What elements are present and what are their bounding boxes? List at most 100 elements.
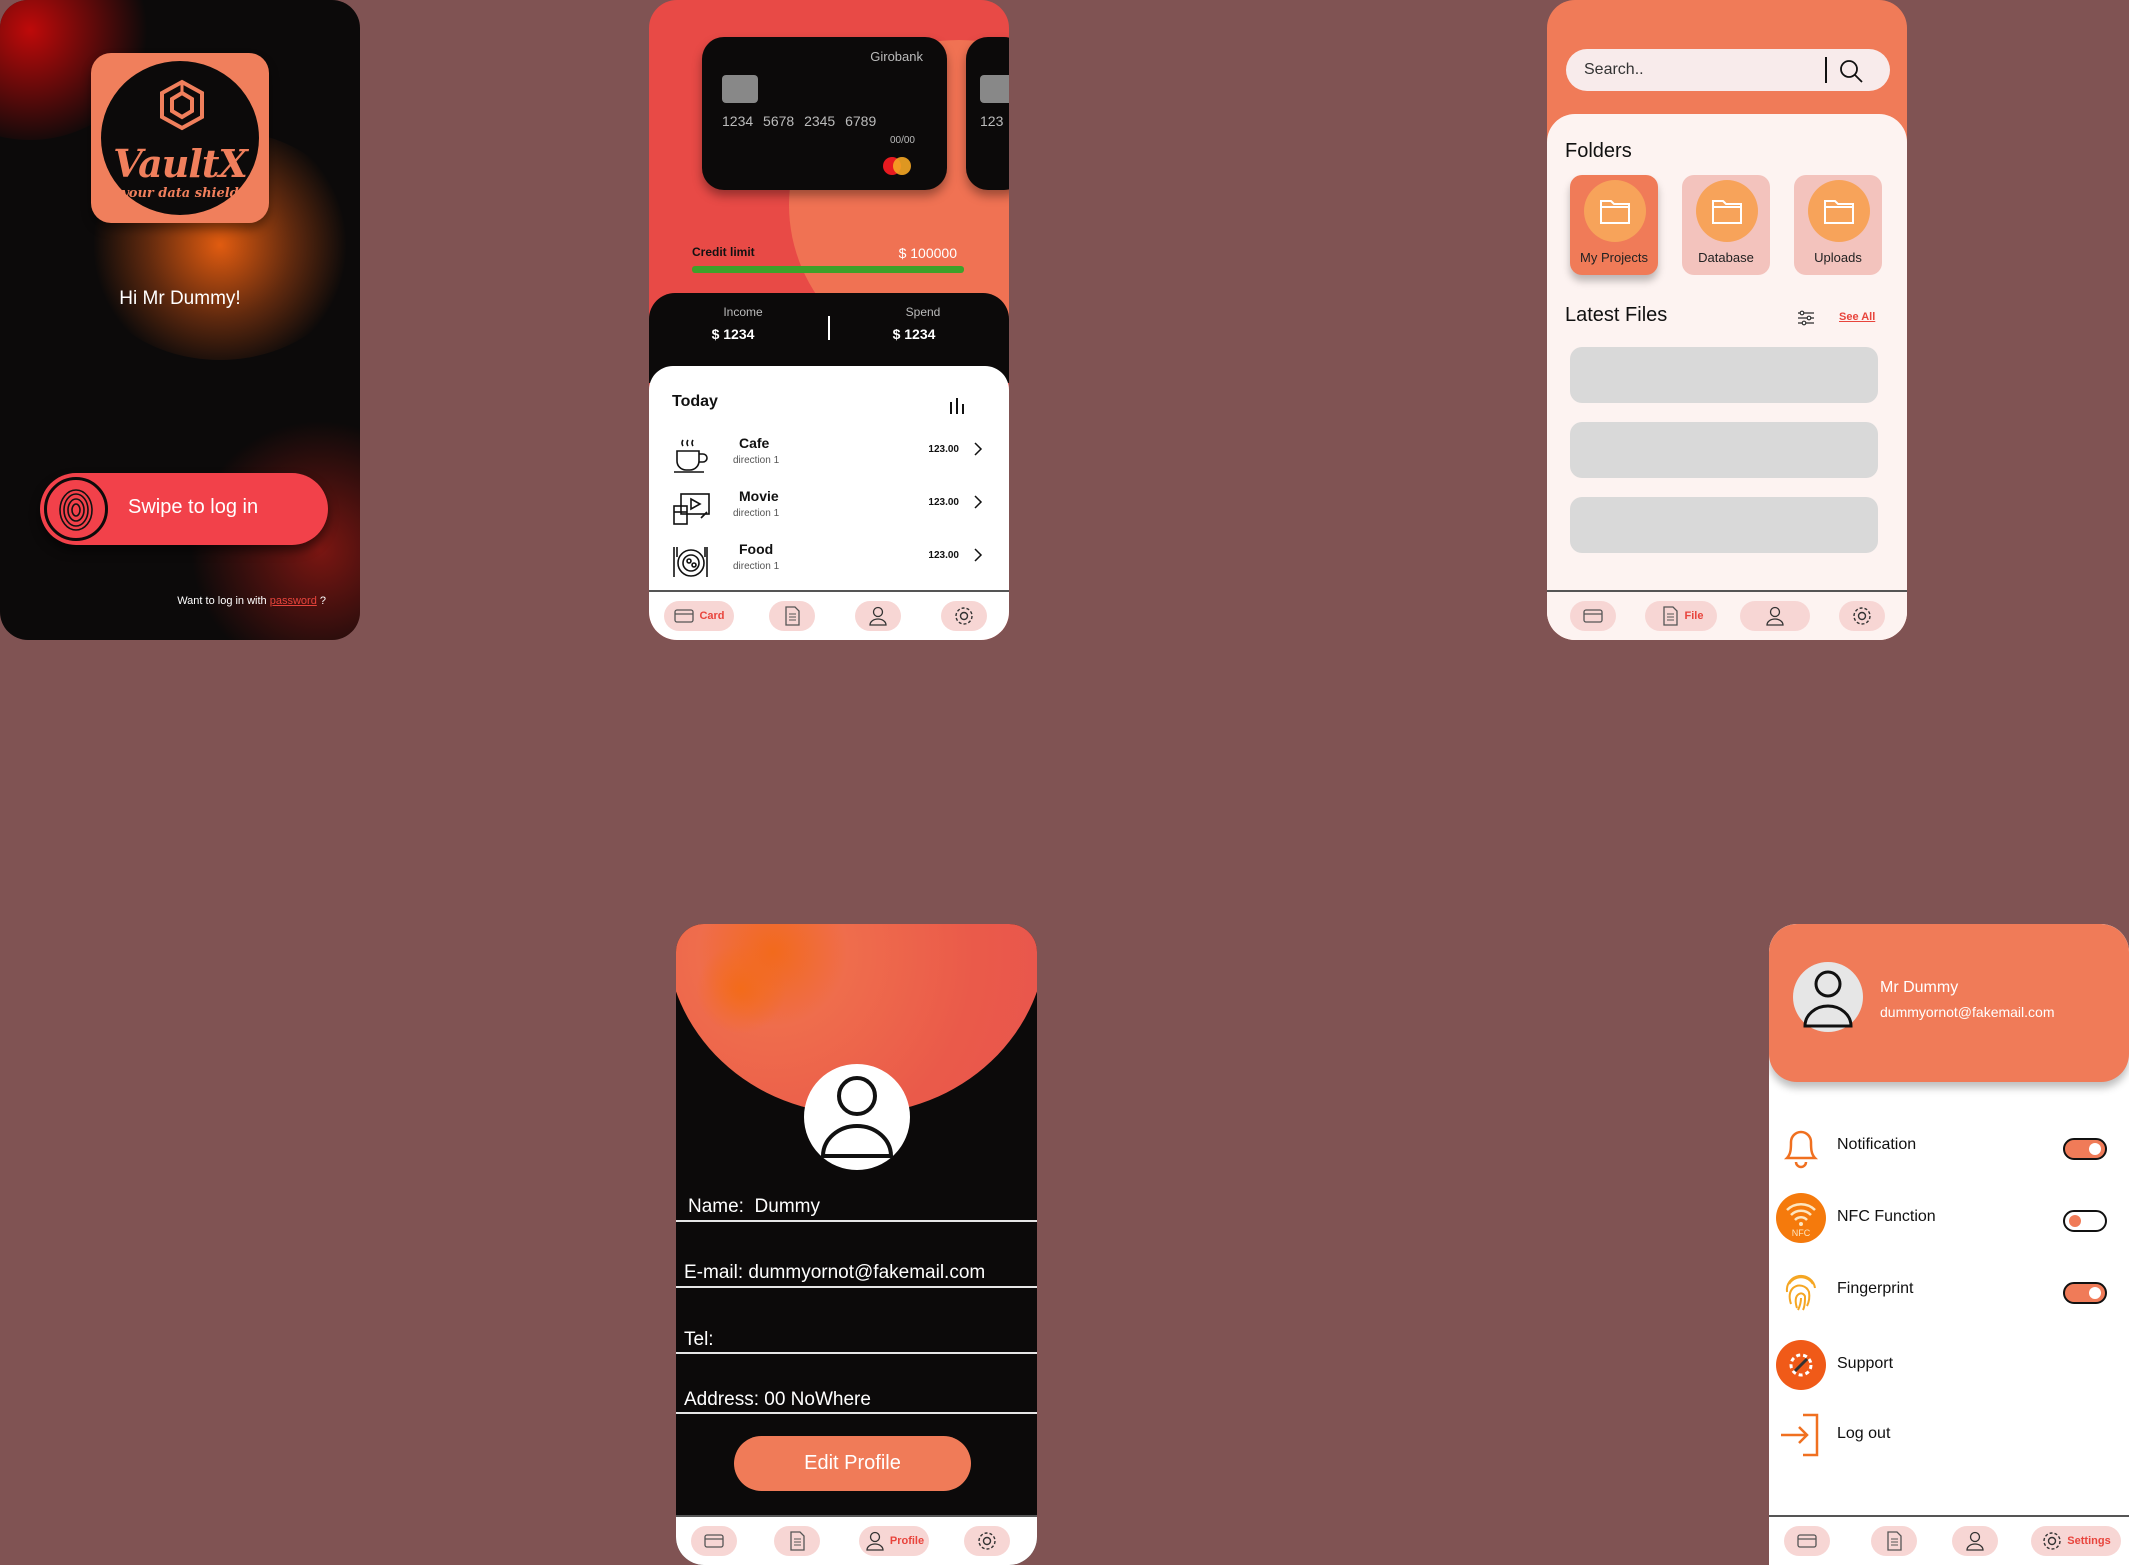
nav-file-tab[interactable] — [769, 601, 815, 631]
nfc-toggle[interactable] — [2063, 1210, 2107, 1232]
credit-card-icon — [704, 1534, 724, 1548]
nav-profile-tab[interactable]: Profile — [859, 1526, 929, 1556]
chevron-right-icon[interactable] — [973, 441, 983, 457]
transaction-row[interactable]: Food direction 1 123.00 — [649, 537, 1009, 587]
folder-badge — [1584, 180, 1646, 242]
file-row-placeholder[interactable] — [1570, 422, 1878, 478]
spend-value: $ 1234 — [892, 326, 936, 342]
address-field[interactable]: Address: 00 NoWhere — [684, 1389, 871, 1411]
transaction-row[interactable]: Cafe direction 1 123.00 — [649, 431, 1009, 481]
tel-field[interactable]: Tel: — [684, 1329, 714, 1351]
field-underline — [676, 1412, 1037, 1414]
settings-row-support[interactable]: Support — [1769, 1335, 2129, 1395]
nav-settings-tab[interactable] — [1839, 601, 1885, 631]
next-bank-card[interactable]: 123 — [966, 37, 1009, 190]
gear-icon — [955, 607, 973, 625]
nav-profile-tab[interactable] — [855, 601, 901, 631]
folder-label: Database — [1698, 250, 1754, 265]
logo-badge: VaultX your data shield — [99, 59, 261, 217]
folder-badge — [1808, 180, 1870, 242]
gear-icon — [2043, 1532, 2061, 1550]
profile-summary-card[interactable]: Mr Dummy dummyornot@fakemail.com — [1769, 924, 2129, 1082]
nav-card-tab[interactable] — [691, 1526, 737, 1556]
search-input[interactable]: Search.. — [1584, 61, 1644, 79]
user-icon — [1966, 1531, 1984, 1551]
email-field[interactable]: E-mail: dummyornot@fakemail.com — [684, 1262, 985, 1284]
nav-card-tab[interactable]: Card — [664, 601, 734, 631]
credit-limit-value: $ 100000 — [898, 245, 957, 261]
see-all-link[interactable]: See All — [1839, 311, 1875, 323]
chevron-right-icon[interactable] — [973, 547, 983, 563]
gear-icon — [1853, 607, 1871, 625]
edit-profile-button[interactable]: Edit Profile — [734, 1436, 971, 1491]
chevron-right-icon[interactable] — [973, 494, 983, 510]
folder-badge — [1696, 180, 1758, 242]
settings-row-logout[interactable]: Log out — [1769, 1405, 2129, 1465]
nav-card-tab[interactable] — [1570, 601, 1616, 631]
user-icon — [866, 1531, 884, 1551]
bottom-nav: Card — [649, 590, 1009, 640]
folder-icon — [1600, 200, 1630, 224]
email-value: dummyornot@fakemail.com — [748, 1262, 986, 1283]
field-underline — [676, 1286, 1037, 1288]
password-link[interactable]: password — [270, 595, 317, 607]
spend-label: Spend — [905, 305, 941, 319]
filter-sliders-icon[interactable] — [1797, 310, 1815, 326]
divider — [828, 316, 830, 340]
app-logo: VaultX your data shield — [91, 53, 269, 223]
fingerprint-toggle[interactable] — [2063, 1282, 2107, 1304]
nav-profile-tab[interactable] — [1740, 601, 1810, 631]
card-expiry: 00/00 — [889, 135, 915, 146]
settings-label: NFC Function — [1837, 1208, 1936, 1225]
transaction-name: Movie — [739, 488, 779, 504]
logout-icon — [1781, 1413, 1819, 1457]
bank-card[interactable]: Girobank 1234 5678 2345 6789 00/00 — [702, 37, 947, 190]
nav-settings-tab[interactable]: Settings — [2031, 1526, 2121, 1556]
document-icon — [1887, 1531, 1902, 1551]
cards-screen: Girobank 1234 5678 2345 6789 00/00 123 C… — [649, 0, 1009, 640]
settings-row-notification[interactable]: Notification — [1769, 1116, 2129, 1176]
nav-settings-tab[interactable] — [964, 1526, 1010, 1556]
credit-limit-bar — [692, 266, 964, 273]
transaction-direction: direction 1 — [733, 455, 780, 466]
nav-file-tab[interactable] — [1871, 1526, 1917, 1556]
coffee-icon — [674, 439, 708, 473]
bottom-nav: File — [1547, 590, 1907, 640]
search-bar[interactable]: Search.. — [1566, 49, 1890, 91]
address-value: 00 NoWhere — [764, 1389, 871, 1410]
files-content: Folders My Projects Database Uploads Lat… — [1547, 114, 1907, 640]
background-glow — [696, 944, 786, 1034]
income-label: Income — [723, 305, 763, 319]
logo-wordmark: VaultX — [113, 141, 248, 186]
settings-row-nfc[interactable]: NFC NFC Function — [1769, 1188, 2129, 1248]
transaction-row[interactable]: Movie direction 1 123.00 — [649, 484, 1009, 534]
nav-settings-tab[interactable] — [941, 601, 987, 631]
nav-profile-tab[interactable] — [1952, 1526, 1998, 1556]
fingerprint-swipe-handle[interactable] — [44, 477, 108, 541]
nav-card-tab[interactable] — [1784, 1526, 1830, 1556]
folder-uploads[interactable]: Uploads — [1794, 175, 1882, 275]
nav-file-tab[interactable] — [774, 1526, 820, 1556]
transaction-name: Food — [739, 541, 774, 557]
folder-database[interactable]: Database — [1682, 175, 1770, 275]
folder-label: Uploads — [1814, 250, 1862, 265]
folder-icon — [1712, 200, 1742, 224]
movie-icon — [673, 493, 710, 525]
credit-card-icon — [1797, 1534, 1817, 1548]
folder-my-projects[interactable]: My Projects — [1570, 175, 1658, 275]
search-cursor — [1825, 57, 1827, 83]
avatar[interactable] — [1793, 962, 1863, 1032]
nav-file-tab[interactable]: File — [1645, 601, 1717, 631]
search-icon[interactable] — [1837, 57, 1865, 85]
file-row-placeholder[interactable] — [1570, 497, 1878, 553]
settings-row-fingerprint[interactable]: Fingerprint — [1769, 1260, 2129, 1320]
avatar[interactable] — [804, 1064, 910, 1170]
transaction-amount: 123.00 — [928, 444, 959, 455]
swipe-to-login-button[interactable]: Swipe to log in — [40, 473, 328, 545]
field-underline — [676, 1352, 1037, 1354]
bar-chart-icon[interactable] — [949, 396, 965, 414]
mastercard-logo-icon — [893, 157, 911, 175]
name-field[interactable]: Name: Dummy — [688, 1196, 820, 1218]
notification-toggle[interactable] — [2063, 1138, 2107, 1160]
file-row-placeholder[interactable] — [1570, 347, 1878, 403]
